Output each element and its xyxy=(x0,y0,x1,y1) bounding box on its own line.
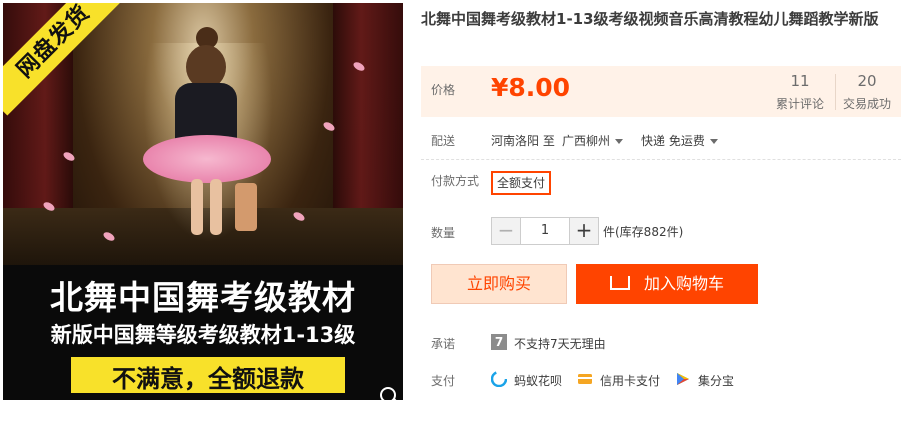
product-image[interactable]: 网盘发货 北舞中国舞考级教材 新版中国舞等级考级教材1-13级 不满意，全额退款 xyxy=(3,3,403,400)
add-to-cart-button[interactable]: 加入购物车 xyxy=(576,264,758,304)
shipping-label: 配送 xyxy=(431,134,456,148)
dancer-tutu xyxy=(143,135,271,183)
seven-day-icon: 7 xyxy=(491,334,507,350)
pay-method-credit-card: 信用卡支付 xyxy=(600,374,661,388)
quantity-input[interactable]: 1 xyxy=(520,218,570,244)
jifenbao-icon xyxy=(677,373,689,385)
quantity-decrease-button[interactable]: − xyxy=(492,218,520,244)
add-to-cart-label: 加入购物车 xyxy=(643,274,724,293)
chevron-down-icon xyxy=(615,139,624,144)
sales-count: 20 xyxy=(857,72,877,90)
product-title: 北舞中国舞考级教材1-13级考级视频音乐高清教程幼儿舞蹈教学新版 xyxy=(421,10,879,28)
ship-method-text: 快递 免运费 xyxy=(641,134,705,148)
dancer-leg xyxy=(191,179,203,235)
zoom-icon[interactable] xyxy=(380,387,396,400)
dancer-leg xyxy=(210,179,222,235)
image-title: 北舞中国舞考级教材 xyxy=(50,278,356,317)
buy-now-button[interactable]: 立即购买 xyxy=(431,264,567,304)
pay-method-huabei: 蚂蚁花呗 xyxy=(514,374,563,388)
ship-from: 河南洛阳 至 xyxy=(491,134,555,148)
promise-label: 承诺 xyxy=(431,337,456,351)
divider xyxy=(421,159,901,160)
quantity-stepper: − 1 + xyxy=(491,217,599,245)
image-slogan: 不满意，全额退款 xyxy=(112,365,304,393)
price-label: 价格 xyxy=(431,83,456,97)
reviews-count[interactable]: 11 xyxy=(765,72,835,90)
price-panel: 价格 ¥8.00 11 累计评论 20 交易成功 xyxy=(421,66,901,117)
image-subtitle: 新版中国舞等级考级教材1-13级 xyxy=(50,323,356,347)
price-value: ¥8.00 xyxy=(491,73,571,102)
credit-card-icon xyxy=(578,374,592,384)
cart-icon xyxy=(609,275,630,290)
pay-method-jifenbao: 集分宝 xyxy=(698,374,735,388)
quantity-increase-button[interactable]: + xyxy=(570,218,598,244)
sales-label: 交易成功 xyxy=(842,97,891,111)
payment-label: 付款方式 xyxy=(431,174,480,188)
reviews-label[interactable]: 累计评论 xyxy=(765,95,835,112)
stock-text: 件(库存882件) xyxy=(603,225,684,239)
huabei-icon xyxy=(491,371,507,387)
ship-to-select[interactable]: 广西柳州 xyxy=(562,132,624,149)
ship-method-select[interactable]: 快递 免运费 xyxy=(641,132,718,149)
ship-to-text: 广西柳州 xyxy=(562,134,611,148)
quantity-label: 数量 xyxy=(431,226,456,240)
promise-text[interactable]: 不支持7天无理由 xyxy=(514,335,606,352)
pay-methods-label: 支付 xyxy=(431,374,456,388)
chevron-down-icon xyxy=(709,139,718,144)
dancer-bag xyxy=(235,183,257,231)
payment-option-full[interactable]: 全额支付 xyxy=(491,171,551,195)
